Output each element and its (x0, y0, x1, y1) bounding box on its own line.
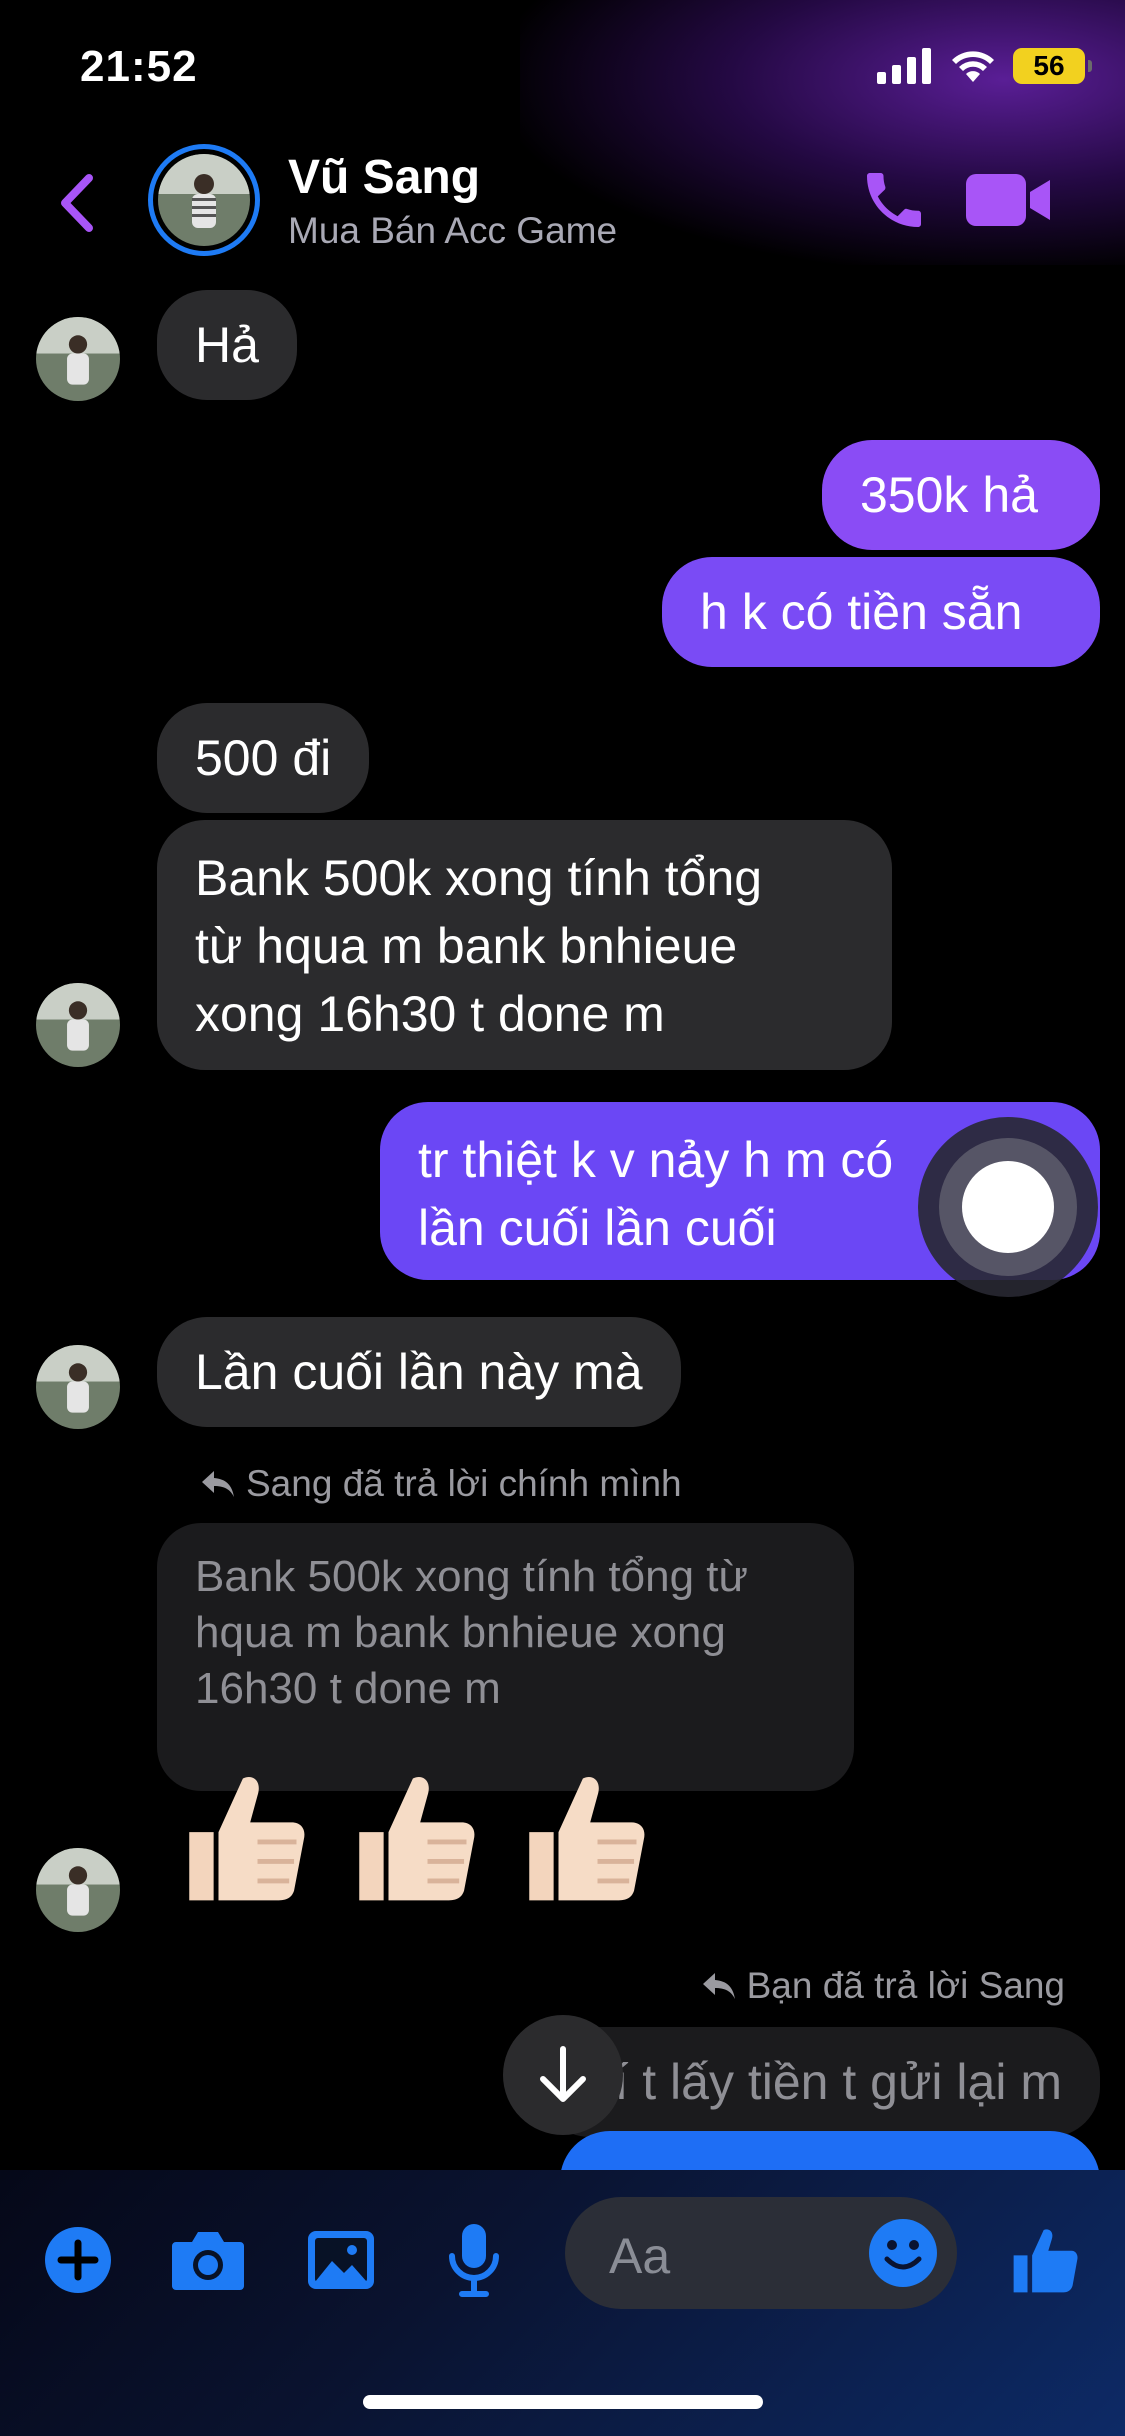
sender-avatar[interactable] (36, 1848, 120, 1932)
avatar (158, 154, 250, 246)
quoted-message[interactable]: Tí t lấy tiền t gửi lại m (540, 2027, 1100, 2137)
message-outgoing[interactable] (560, 2131, 1100, 2170)
smiley-icon (869, 2219, 937, 2287)
contact-subtitle: Mua Bán Acc Game (288, 210, 618, 251)
thumbs-up-icon (1013, 2229, 1078, 2293)
arrow-down-icon (540, 2046, 586, 2102)
quoted-text: Bank 500k xong tính tổng từ (195, 1552, 748, 1601)
status-bar: 21:52 56 (0, 0, 1125, 140)
assistive-touch-button[interactable] (918, 1117, 1098, 1297)
quoted-message[interactable]: Bank 500k xong tính tổng từ hqua m bank … (157, 1523, 854, 1791)
reply-icon (702, 1973, 735, 1999)
quoted-text: 16h30 t done m (195, 1664, 501, 1713)
reply-note: Sang đã trả lời chính mình (200, 1463, 682, 1505)
scroll-to-bottom-button[interactable] (503, 2015, 623, 2135)
wifi-icon (952, 51, 994, 82)
video-camera-icon (966, 174, 1050, 226)
call-button[interactable] (858, 164, 930, 236)
contact-avatar[interactable] (148, 144, 260, 256)
thumbs-up-reply[interactable] (160, 1757, 656, 1917)
thumbs-up-icon (359, 1776, 475, 1901)
sender-avatar[interactable] (36, 317, 120, 401)
message-incoming[interactable]: Bank 500k xong tính tổng từ hqua m bank … (157, 820, 892, 1070)
message-text: Lần cuối lần này mà (195, 1344, 643, 1400)
home-indicator (363, 2395, 763, 2409)
message-incoming[interactable]: Hả (157, 290, 297, 400)
like-button[interactable] (1008, 2222, 1084, 2298)
message-input-placeholder: Aa (609, 2228, 671, 2284)
message-text: Hả (195, 317, 259, 373)
message-text: Bank 500k xong tính tổng (195, 850, 763, 906)
message-text: 500 đi (195, 730, 332, 786)
sender-avatar[interactable] (36, 983, 120, 1067)
message-text: từ hqua m bank bnhieue (195, 918, 738, 974)
gallery-button[interactable] (303, 2222, 379, 2298)
message-text: h k có tiền sẵn (700, 584, 1023, 640)
message-text: 350k hả (860, 467, 1038, 523)
thumbs-up-icon (189, 1776, 305, 1901)
voice-button[interactable] (436, 2222, 512, 2298)
microphone-icon (449, 2224, 499, 2297)
battery-icon: 56 (1013, 48, 1092, 84)
sender-avatar[interactable] (36, 1345, 120, 1429)
reply-note: Bạn đã trả lời Sang (701, 1965, 1065, 2007)
phone-icon (867, 173, 921, 227)
plus-circle-icon (45, 2227, 111, 2293)
chevron-left-icon (61, 174, 93, 232)
message-text: xong 16h30 t done m (195, 986, 665, 1042)
message-text: tr thiệt k v nảy h m có (418, 1132, 894, 1188)
status-time: 21:52 (80, 42, 198, 91)
emoji-button[interactable] (867, 2217, 939, 2289)
message-incoming[interactable]: Lần cuối lần này mà (157, 1317, 681, 1427)
thumbs-up-icon (529, 1776, 645, 1901)
video-call-button[interactable] (966, 170, 1052, 230)
reply-icon (202, 1471, 234, 1497)
message-incoming[interactable]: 500 đi (157, 703, 370, 813)
back-button[interactable] (52, 168, 102, 238)
image-icon (308, 2231, 374, 2289)
message-text: lần cuối lần cuối (418, 1200, 777, 1256)
chat-header: Vũ Sang Mua Bán Acc Game (0, 140, 1125, 265)
quoted-text: hqua m bank bnhieue xong (195, 1608, 726, 1657)
quoted-text: Tí t lấy tiền t gửi lại m (583, 2054, 1062, 2110)
add-button[interactable] (40, 2222, 116, 2298)
message-input[interactable]: Aa (565, 2197, 957, 2309)
message-outgoing[interactable]: 350k hả (822, 440, 1100, 550)
message-outgoing[interactable]: h k có tiền sẵn (662, 557, 1100, 667)
reply-note-text: Bạn đã trả lời Sang (746, 1965, 1065, 2006)
signal-icon (877, 48, 931, 84)
reply-note-text: Sang đã trả lời chính mình (246, 1463, 682, 1504)
contact-name[interactable]: Vũ Sang (288, 150, 480, 205)
camera-button[interactable] (170, 2222, 246, 2298)
camera-icon (172, 2232, 244, 2290)
status-icons: 56 (877, 48, 1092, 84)
